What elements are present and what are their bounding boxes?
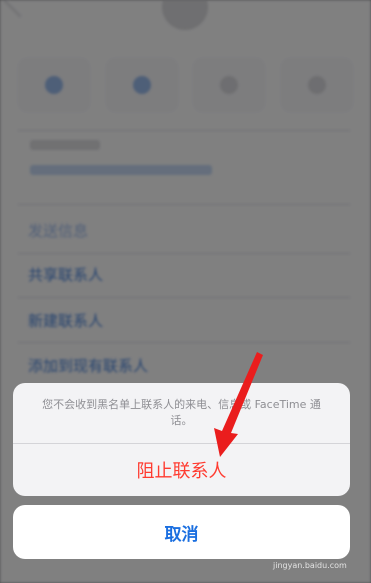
action-sheet: 您不会收到黑名单上联系人的来电、信息或 FaceTime 通话。 阻止联系人: [13, 383, 350, 496]
block-contact-button[interactable]: 阻止联系人: [13, 444, 350, 496]
action-sheet-message: 您不会收到黑名单上联系人的来电、信息或 FaceTime 通话。: [42, 398, 321, 427]
watermark-text: Baidu 经验: [270, 542, 343, 558]
watermark-subtext: jingyan.baidu.com: [273, 561, 347, 570]
